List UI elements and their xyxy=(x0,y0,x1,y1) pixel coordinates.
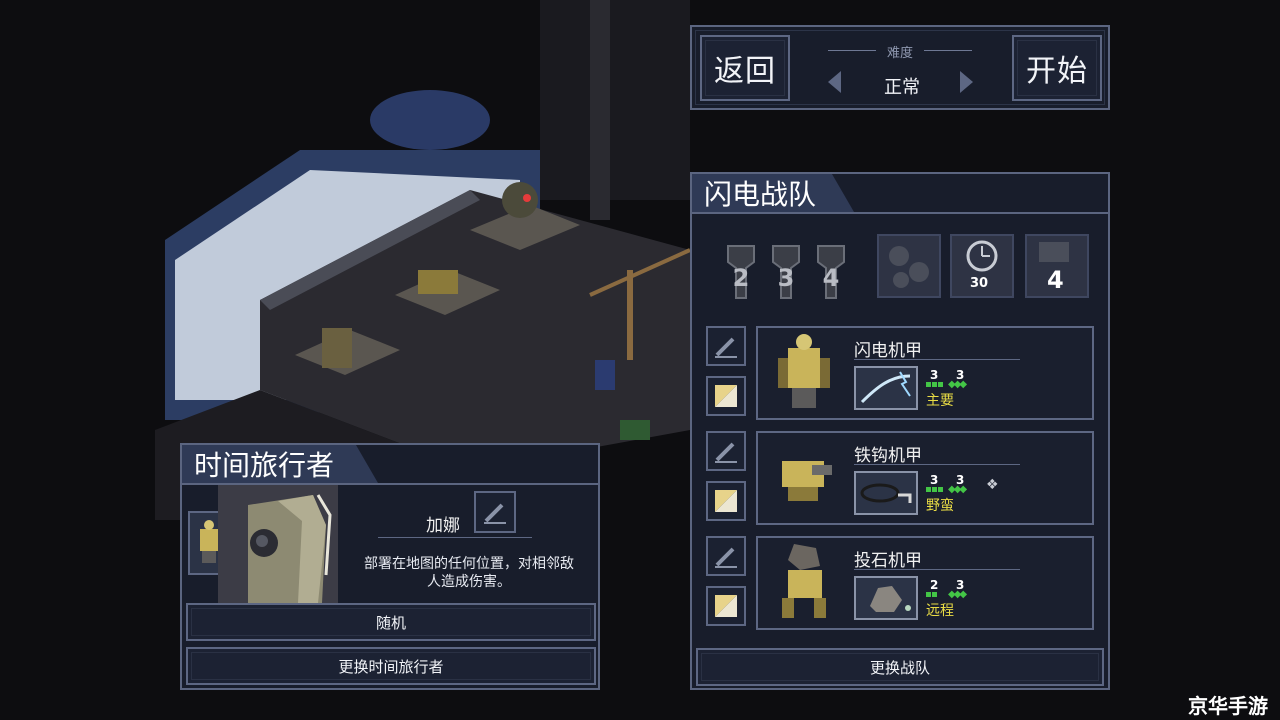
pilot-description-line-2: 人造成伤害。 xyxy=(427,574,511,590)
health-diamonds-icon: ◆◆◆ xyxy=(948,589,967,600)
pilot-panel: 时间旅行者 加娜 部署在地图的任何位置，对相邻敌 人造成伤害。 随机 更换时间旅… xyxy=(180,443,600,690)
top-bar-panel: 返回 开始 难度 正常 xyxy=(690,25,1110,110)
mech-name: 投石机甲 xyxy=(854,551,922,571)
random-pilot-button[interactable]: 随机 xyxy=(186,603,596,641)
pilots-group-icon xyxy=(889,246,929,288)
clock-badge-value: 30 xyxy=(970,276,989,291)
mech-name: 闪电机甲 xyxy=(854,341,922,361)
armor-icon: ❖ xyxy=(986,477,999,493)
move-bars xyxy=(926,592,937,597)
mech-move-stat: 3 xyxy=(930,473,939,487)
color-mech-2-button[interactable] xyxy=(706,481,746,521)
color-swatch-icon xyxy=(715,490,737,512)
slot-number: 3 xyxy=(777,264,795,292)
grappling-hook-icon xyxy=(860,483,912,503)
squad-title: 闪电战队 xyxy=(692,174,854,212)
difficulty-divider-right xyxy=(924,50,972,51)
mech-role: 远程 xyxy=(926,603,954,619)
color-swatch-icon xyxy=(715,595,737,617)
color-mech-1-button[interactable] xyxy=(706,376,746,416)
pilot-slot-2-icon: 2 xyxy=(726,244,756,300)
difficulty-label: 难度 xyxy=(886,46,913,61)
slot-number: 4 xyxy=(822,264,840,292)
pilot-description-line-1: 部署在地图的任何位置，对相邻敌 xyxy=(364,556,574,572)
pilot-name: 加娜 xyxy=(426,516,460,536)
move-bars xyxy=(926,487,943,492)
mech-name-underline xyxy=(854,464,1020,465)
mech-name-underline xyxy=(854,569,1020,570)
pilot-name-underline xyxy=(378,537,532,538)
health-diamonds-icon: ◆◆◆ xyxy=(948,379,967,390)
grid-mech-badge[interactable]: 4 xyxy=(1025,234,1089,298)
mech-card-1[interactable]: 闪电机甲 3 3 ◆◆◆ 主要 xyxy=(756,326,1094,420)
watermark-text: 京华手游 xyxy=(1188,694,1268,718)
mech-move-stat: 3 xyxy=(930,368,939,382)
pencil-icon xyxy=(715,547,737,568)
change-squad-button[interactable]: 更换战队 xyxy=(696,648,1104,686)
mech-card-2[interactable]: 铁钩机甲 3 3 ◆◆◆ ❖ 野蛮 xyxy=(756,431,1094,525)
slot-number: 2 xyxy=(732,264,750,292)
rock-launcher-icon xyxy=(870,586,911,612)
edit-mech-2-button[interactable] xyxy=(706,431,746,471)
mech-name: 铁钩机甲 xyxy=(854,446,922,466)
pencil-icon xyxy=(484,503,506,524)
pilot-portrait xyxy=(218,485,338,603)
change-pilot-button[interactable]: 更换时间旅行者 xyxy=(186,647,596,685)
weapon-slot-1[interactable] xyxy=(854,366,918,410)
lightning-mech-icon xyxy=(778,334,830,408)
move-bars xyxy=(926,382,943,387)
difficulty-value: 正常 xyxy=(884,77,920,98)
pilot-slot-4-icon: 4 xyxy=(816,244,846,300)
difficulty-divider-left xyxy=(828,50,876,51)
lightning-whip-icon xyxy=(860,371,911,404)
pilot-title: 时间旅行者 xyxy=(182,445,378,483)
difficulty-next-arrow-icon[interactable] xyxy=(960,71,973,93)
pilot-slot-3-icon: 3 xyxy=(771,244,801,300)
weapon-slot-3[interactable] xyxy=(854,576,918,620)
mech-role: 野蛮 xyxy=(926,498,954,514)
pilot-portrait-icon xyxy=(218,485,338,603)
edit-mech-3-button[interactable] xyxy=(706,536,746,576)
back-button[interactable]: 返回 xyxy=(700,35,790,101)
squad-panel: 闪电战队 2 3 4 30 4 闪电机甲 3 3 ◆◆◆ 主要 铁钩机甲 3 3… xyxy=(690,172,1110,690)
clock-badge[interactable]: 30 xyxy=(950,234,1014,298)
weapon-slot-2[interactable] xyxy=(854,471,918,515)
mech-name-underline xyxy=(854,359,1020,360)
start-button[interactable]: 开始 xyxy=(1012,35,1102,101)
hook-mech-icon xyxy=(782,461,832,501)
pencil-icon xyxy=(715,337,737,358)
pilots-group-badge[interactable] xyxy=(877,234,941,298)
mech-card-3[interactable]: 投石机甲 2 3 ◆◆◆ 远程 xyxy=(756,536,1094,630)
clock-icon xyxy=(966,240,998,272)
edit-pilot-button[interactable] xyxy=(474,491,516,533)
grid-mech-badge-value: 4 xyxy=(1047,266,1064,294)
difficulty-prev-arrow-icon[interactable] xyxy=(828,71,841,93)
color-swatch-icon xyxy=(715,385,737,407)
mech-role: 主要 xyxy=(926,393,954,409)
health-diamonds-icon: ◆◆◆ xyxy=(948,484,967,495)
color-mech-3-button[interactable] xyxy=(706,586,746,626)
edit-mech-1-button[interactable] xyxy=(706,326,746,366)
mech-move-stat: 2 xyxy=(930,578,939,592)
pencil-icon xyxy=(715,442,737,463)
boulder-mech-icon xyxy=(782,544,826,618)
squad-title-underline xyxy=(692,212,1108,214)
